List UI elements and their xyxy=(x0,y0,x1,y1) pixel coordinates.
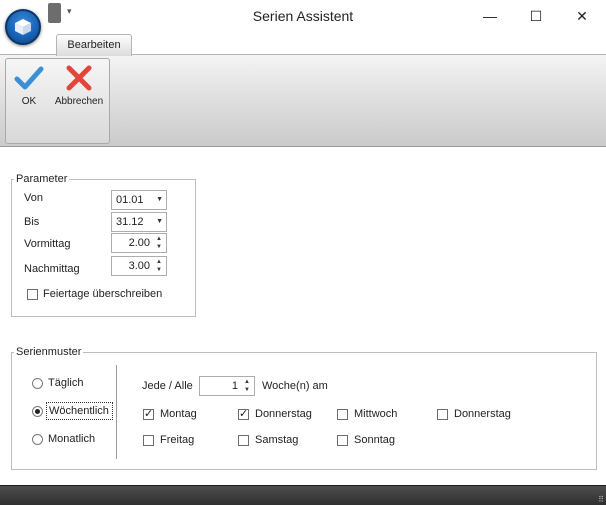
woechentlich-label: Wöchentlich xyxy=(49,405,109,417)
chevron-down-icon: ▼ xyxy=(156,196,163,203)
close-button[interactable]: ✕ xyxy=(559,0,605,32)
von-value: 01.01 xyxy=(116,194,144,206)
montag-label: Montag xyxy=(160,408,197,420)
taeglich-label: Täglich xyxy=(48,377,84,389)
minimize-button[interactable]: — xyxy=(467,0,513,32)
radio-selected-dot xyxy=(35,409,40,414)
check-icon: ✓ xyxy=(144,408,154,420)
ribbon-tab-strip: Bearbeiten xyxy=(0,32,606,56)
spin-arrows-icon[interactable]: ▲ ▼ xyxy=(154,258,164,274)
checkbox-donnerstag-2[interactable] xyxy=(437,409,448,420)
checkbox-freitag[interactable] xyxy=(143,435,154,446)
radio-woechentlich[interactable] xyxy=(32,406,43,417)
bis-label: Bis xyxy=(24,216,40,228)
bis-value: 31.12 xyxy=(116,216,144,228)
title-bar: ▾ Serien Assistent — ☐ ✕ xyxy=(0,0,606,32)
ok-button[interactable]: OK xyxy=(10,61,48,107)
maximize-button[interactable]: ☐ xyxy=(513,0,559,32)
chevron-down-icon: ▼ xyxy=(156,218,163,225)
freitag-label: Freitag xyxy=(160,434,195,446)
checkbox-donnerstag-1[interactable]: ✓ xyxy=(238,408,249,420)
bis-dropdown[interactable]: 31.12 ▼ xyxy=(111,212,167,232)
vormittag-value: 2.00 xyxy=(128,237,150,249)
checkbox-samstag[interactable] xyxy=(238,435,249,446)
donnerstag-label-2: Donnerstag xyxy=(454,408,511,420)
checkbox-mittwoch[interactable] xyxy=(337,409,348,420)
checkmark-icon xyxy=(14,66,44,90)
samstag-label: Samstag xyxy=(255,434,299,446)
ok-label: OK xyxy=(21,96,37,107)
status-bar: ⠿ xyxy=(0,485,606,505)
checkbox-montag[interactable]: ✓ xyxy=(143,408,154,420)
sonntag-label: Sonntag xyxy=(354,434,395,446)
donnerstag-label-1: Donnerstag xyxy=(255,408,312,420)
checkbox-sonntag[interactable] xyxy=(337,435,348,446)
ribbon-panel: OK Abbrechen xyxy=(0,54,606,147)
von-dropdown[interactable]: 01.01 ▼ xyxy=(111,190,167,210)
nachmittag-value: 3.00 xyxy=(128,260,150,272)
interval-value: 1 xyxy=(231,380,238,392)
parameter-legend: Parameter xyxy=(16,173,68,185)
cross-icon xyxy=(66,65,92,91)
spin-arrows-icon[interactable]: ▲ ▼ xyxy=(154,235,164,251)
von-label: Von xyxy=(24,192,43,204)
serienmuster-legend: Serienmuster xyxy=(16,346,82,358)
application-menu-button[interactable] xyxy=(5,9,41,45)
mittwoch-label: Mittwoch xyxy=(354,408,398,420)
cancel-button[interactable]: Abbrechen xyxy=(50,61,108,107)
cancel-label: Abbrechen xyxy=(54,96,104,107)
feiertage-checkbox[interactable] xyxy=(27,289,38,300)
monatlich-label: Monatlich xyxy=(48,433,96,445)
nachmittag-stepper[interactable]: 3.00 ▲ ▼ xyxy=(111,256,167,276)
nachmittag-label: Nachmittag xyxy=(24,263,80,275)
radio-taeglich[interactable] xyxy=(32,378,43,389)
interval-stepper[interactable]: 1 ▲ ▼ xyxy=(199,376,255,396)
jede-alle-label: Jede / Alle xyxy=(142,380,193,392)
woche-am-label: Woche(n) am xyxy=(262,380,328,392)
tab-bearbeiten[interactable]: Bearbeiten xyxy=(56,34,132,56)
ribbon-group-actions: OK Abbrechen xyxy=(5,58,110,144)
vormittag-stepper[interactable]: 2.00 ▲ ▼ xyxy=(111,233,167,253)
radio-monatlich[interactable] xyxy=(32,434,43,445)
check-icon: ✓ xyxy=(239,408,249,420)
feiertage-label: Feiertage überschreiben xyxy=(43,288,163,300)
spin-arrows-icon[interactable]: ▲ ▼ xyxy=(242,378,252,394)
resize-grip-icon[interactable]: ⠿ xyxy=(598,496,604,504)
cube-icon xyxy=(15,19,31,35)
vormittag-label: Vormittag xyxy=(24,238,71,250)
section-divider xyxy=(116,365,117,459)
